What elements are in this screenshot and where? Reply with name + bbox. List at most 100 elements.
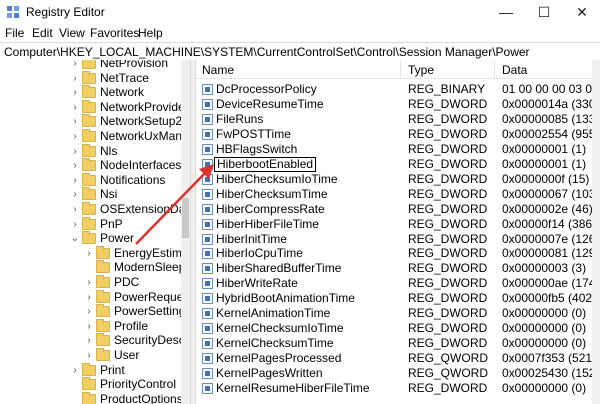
tree-item-label: Notifications [100, 172, 166, 187]
registry-value-icon [202, 143, 213, 155]
chevron-right-icon[interactable]: › [84, 348, 94, 363]
column-separator[interactable] [400, 60, 401, 78]
tree-scrollbar[interactable] [181, 60, 190, 404]
folder-icon [82, 202, 96, 215]
value-data: 0x00000000 (0) [502, 321, 587, 336]
maximize-button[interactable]: ☐ [524, 0, 564, 24]
chevron-right-icon[interactable]: › [84, 304, 94, 319]
value-row[interactable]: HiberInitTime REG_DWORD 0x0000007e (126) [196, 232, 600, 247]
value-row[interactable]: HiberSharedBufferTime REG_DWORD 0x00000003… [196, 261, 600, 276]
value-name: DeviceResumeTime [216, 96, 324, 111]
menu-file[interactable]: File [5, 26, 24, 40]
value-row[interactable]: HiberHiberFileTime REG_DWORD 0x00000f14 (3… [196, 217, 600, 232]
value-row[interactable]: HiberCompressRate REG_DWORD 0x0000002e (46… [196, 202, 600, 217]
registry-value-icon [202, 248, 213, 260]
folder-icon [96, 275, 110, 288]
value-row[interactable]: FwPOSTTime REG_DWORD 0x00002554 (9556) [196, 127, 600, 142]
close-button[interactable]: ✕ [562, 0, 600, 24]
value-data: 0x00000081 (129) [502, 246, 600, 261]
value-type: REG_QWORD [408, 351, 489, 366]
value-row[interactable]: FileRuns REG_DWORD 0x00000085 (133) [196, 112, 600, 127]
chevron-right-icon[interactable]: › [70, 114, 80, 129]
value-data: 0x00000085 (133) [502, 111, 600, 126]
address-bar[interactable]: Computer\HKEY_LOCAL_MACHINE\SYSTEM\Curre… [0, 42, 600, 62]
column-data[interactable]: Data [502, 63, 527, 77]
chevron-right-icon[interactable]: › [70, 187, 80, 202]
chevron-right-icon[interactable]: › [70, 144, 80, 159]
value-row[interactable]: HBFlagsSwitch REG_DWORD 0x00000001 (1) [196, 142, 600, 157]
value-row[interactable]: KernelChecksumTime REG_DWORD 0x00000000 (0… [196, 336, 600, 351]
chevron-right-icon[interactable]: › [70, 85, 80, 100]
chevron-right-icon[interactable]: › [84, 275, 94, 290]
registry-value-icon [202, 128, 213, 140]
menu-view[interactable]: View [59, 26, 85, 40]
chevron-right-icon[interactable]: › [70, 158, 80, 173]
value-row[interactable]: KernelChecksumIoTime REG_DWORD 0x00000000 … [196, 321, 600, 336]
value-data: 0x00002554 (9556) [502, 126, 600, 141]
chevron-right-icon[interactable]: › [70, 202, 80, 217]
value-name: HiberSharedBufferTime [216, 261, 342, 276]
value-type: REG_DWORD [408, 96, 488, 111]
value-name: HiberCompressRate [216, 201, 325, 216]
value-row[interactable]: HiberbootEnabled REG_DWORD 0x00000001 (1) [196, 156, 600, 172]
value-row[interactable]: HybridBootAnimationTime REG_DWORD 0x00000f… [196, 291, 600, 306]
value-row[interactable]: DeviceResumeTime REG_DWORD 0x0000014a (330… [196, 97, 600, 112]
registry-value-icon [202, 113, 213, 125]
value-row[interactable]: KernelPagesWritten REG_QWORD 0x00025430 (1… [196, 366, 600, 381]
chevron-right-icon[interactable]: › [84, 290, 94, 305]
value-row[interactable]: KernelResumeHiberFileTime REG_DWORD 0x0000… [196, 381, 600, 396]
chevron-right-icon[interactable]: › [70, 71, 80, 86]
tree-item-label: Network [100, 85, 145, 100]
value-type: REG_DWORD [408, 111, 488, 126]
chevron-right-icon[interactable]: › [70, 217, 80, 232]
chevron-right-icon[interactable]: › [70, 60, 80, 71]
values-header: Name Type Data [196, 60, 600, 79]
value-type: REG_BINARY [408, 82, 486, 96]
values-scrollbar[interactable] [592, 60, 600, 404]
folder-icon [96, 304, 110, 318]
column-name[interactable]: Name [202, 63, 234, 77]
tree-item-label: NetProvision [100, 60, 169, 70]
value-data: 01 00 00 00 03 00 00 [502, 82, 600, 96]
value-row[interactable]: HiberWriteRate REG_DWORD 0x000000ae (174) [196, 276, 600, 291]
column-type[interactable]: Type [408, 63, 434, 77]
chevron-right-icon[interactable]: › [84, 319, 94, 334]
minimize-button[interactable]: — [486, 0, 526, 24]
column-separator[interactable] [494, 60, 495, 78]
menu-edit[interactable]: Edit [32, 26, 53, 40]
value-row[interactable]: HiberChecksumIoTime REG_DWORD 0x0000000f (… [196, 172, 600, 187]
folder-icon [82, 129, 96, 142]
tree-item-label: PriorityControl [100, 377, 177, 392]
tree-item-label: Profile [114, 318, 149, 333]
menu-help[interactable]: Help [138, 26, 163, 40]
chevron-right-icon[interactable]: › [70, 173, 80, 188]
tree-item-label: Nls [100, 143, 118, 158]
title-bar: Registry Editor — ☐ ✕ [0, 0, 600, 24]
registry-value-icon [202, 158, 213, 170]
value-type: REG_DWORD [408, 261, 488, 276]
chevron-right-icon[interactable]: › [84, 246, 94, 261]
folder-icon [96, 245, 110, 259]
chevron-right-icon[interactable]: › [70, 363, 80, 378]
tree-item-label: SecurityDescripto [114, 333, 190, 348]
value-data: 0x000000ae (174) [502, 276, 600, 291]
tree-scrollbar-thumb[interactable] [182, 198, 189, 238]
value-name: FileRuns [216, 111, 264, 126]
value-row[interactable]: HiberChecksumTime REG_DWORD 0x00000067 (10… [196, 187, 600, 202]
tree-item-label: Power [100, 231, 135, 246]
value-name: KernelPagesWritten [216, 366, 323, 381]
value-data: 0x00000001 (1) [502, 141, 587, 156]
value-row[interactable]: DcProcessorPolicy REG_BINARY 01 00 00 00 0… [196, 82, 600, 97]
value-data: 0x0007f353 (521043) [502, 351, 600, 366]
menu-favorites[interactable]: Favorites [90, 26, 139, 40]
chevron-right-icon[interactable]: › [84, 333, 94, 348]
registry-value-icon [202, 383, 213, 394]
chevron-right-icon[interactable]: › [70, 129, 80, 144]
chevron-right-icon[interactable]: › [70, 100, 80, 115]
chevron-down-icon[interactable]: ⌄ [70, 231, 80, 246]
address-path[interactable]: Computer\HKEY_LOCAL_MACHINE\SYSTEM\Curre… [4, 45, 530, 59]
value-row[interactable]: KernelPagesProcessed REG_QWORD 0x0007f353 … [196, 351, 600, 366]
registry-value-icon [202, 233, 213, 245]
value-row[interactable]: HiberIoCpuTime REG_DWORD 0x00000081 (129) [196, 246, 600, 261]
value-row[interactable]: KernelAnimationTime REG_DWORD 0x00000000 (… [196, 306, 600, 321]
